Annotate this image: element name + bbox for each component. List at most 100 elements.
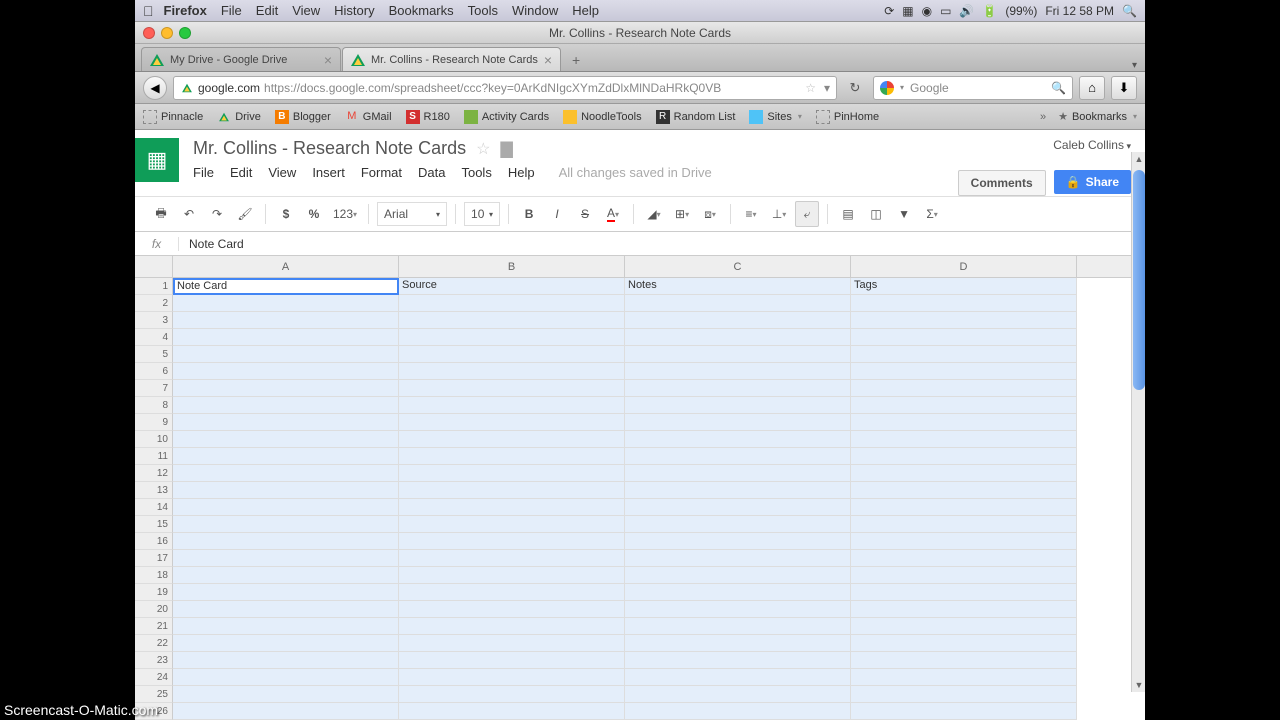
bookmark-item[interactable]: Activity Cards [464, 110, 549, 124]
cell[interactable] [173, 431, 399, 448]
cell[interactable] [625, 550, 851, 567]
cell[interactable] [625, 448, 851, 465]
row-header[interactable]: 9 [135, 414, 173, 431]
cell[interactable] [851, 550, 1077, 567]
row-header[interactable]: 20 [135, 601, 173, 618]
row-header[interactable]: 23 [135, 652, 173, 669]
star-document-icon[interactable]: ☆ [476, 139, 490, 159]
cell[interactable] [851, 686, 1077, 703]
cell[interactable] [173, 618, 399, 635]
cell[interactable] [173, 482, 399, 499]
cell[interactable] [173, 550, 399, 567]
row-header[interactable]: 4 [135, 329, 173, 346]
display-icon[interactable]: ▭ [940, 4, 951, 18]
cell[interactable] [173, 414, 399, 431]
cell[interactable] [851, 567, 1077, 584]
row-header[interactable]: 18 [135, 567, 173, 584]
cell[interactable] [399, 482, 625, 499]
italic-button[interactable]: I [545, 201, 569, 227]
cell[interactable] [173, 329, 399, 346]
cell[interactable] [173, 635, 399, 652]
menu-edit[interactable]: Edit [230, 165, 252, 180]
cell[interactable]: Tags [851, 278, 1077, 295]
cell[interactable] [851, 346, 1077, 363]
sheets-logo-icon[interactable]: ▦ [135, 138, 179, 182]
cell[interactable] [173, 295, 399, 312]
menu-help[interactable]: Help [508, 165, 535, 180]
cell[interactable] [173, 533, 399, 550]
row-header[interactable]: 14 [135, 499, 173, 516]
bookmark-item[interactable]: MGMail [345, 110, 392, 124]
scroll-up-icon[interactable]: ▲ [1132, 152, 1146, 166]
cell[interactable] [625, 516, 851, 533]
menubar-file[interactable]: File [221, 3, 242, 18]
cell[interactable] [625, 533, 851, 550]
vertical-scrollbar[interactable]: ▲ ▼ [1131, 152, 1145, 692]
menubar-clock[interactable]: Fri 12 58 PM [1045, 4, 1114, 18]
zoom-window-button[interactable] [179, 27, 191, 39]
row-header[interactable]: 19 [135, 584, 173, 601]
scroll-down-icon[interactable]: ▼ [1132, 678, 1146, 692]
scrollbar-thumb[interactable] [1133, 170, 1145, 390]
cell[interactable] [851, 499, 1077, 516]
cell[interactable] [399, 295, 625, 312]
menubar-help[interactable]: Help [572, 3, 599, 18]
fill-color-button[interactable]: ◢ [642, 201, 666, 227]
cell[interactable] [399, 312, 625, 329]
bookmark-item[interactable]: PinHome [816, 110, 879, 124]
cell[interactable] [625, 295, 851, 312]
cell[interactable] [173, 363, 399, 380]
close-tab-icon[interactable]: × [544, 52, 552, 68]
row-header[interactable]: 16 [135, 533, 173, 550]
cell[interactable] [173, 567, 399, 584]
cell[interactable] [625, 363, 851, 380]
cell[interactable] [399, 380, 625, 397]
text-wrap-button[interactable]: ⤶ [795, 201, 819, 227]
row-header[interactable]: 24 [135, 669, 173, 686]
search-input[interactable]: ▾ Google 🔍 [873, 76, 1073, 100]
row-header[interactable]: 3 [135, 312, 173, 329]
font-selector[interactable]: Arial▾ [377, 202, 447, 226]
select-all-corner[interactable] [135, 256, 173, 278]
cell[interactable] [625, 329, 851, 346]
cell[interactable] [399, 516, 625, 533]
cell[interactable] [173, 516, 399, 533]
cell[interactable] [399, 414, 625, 431]
row-header[interactable]: 21 [135, 618, 173, 635]
cell[interactable] [173, 601, 399, 618]
cell[interactable] [625, 397, 851, 414]
cell[interactable] [399, 346, 625, 363]
cell[interactable] [399, 635, 625, 652]
cell[interactable] [851, 329, 1077, 346]
browser-tab-active[interactable]: Mr. Collins - Research Note Cards × [342, 47, 561, 71]
horizontal-align-button[interactable]: ≡ [739, 201, 763, 227]
tabs-overflow-icon[interactable]: ▾ [1132, 60, 1137, 71]
font-size-selector[interactable]: 10▾ [464, 202, 500, 226]
menubar-bookmarks[interactable]: Bookmarks [389, 3, 454, 18]
bookmarks-menu[interactable]: ★Bookmarks▾ [1058, 110, 1137, 123]
share-button[interactable]: 🔒Share [1054, 170, 1131, 194]
merge-button[interactable]: ⧈ [698, 201, 722, 227]
currency-button[interactable]: $ [274, 201, 298, 227]
bookmark-star-icon[interactable]: ☆ [805, 81, 816, 95]
cell[interactable] [399, 652, 625, 669]
functions-button[interactable]: Σ [920, 201, 944, 227]
menubar-edit[interactable]: Edit [256, 3, 278, 18]
spotlight-icon[interactable]: 🔍 [1122, 4, 1137, 18]
cell[interactable] [399, 397, 625, 414]
column-header[interactable]: A [173, 256, 399, 277]
wifi-icon[interactable]: ◉ [922, 4, 932, 18]
paint-format-button[interactable]: 🖌 [233, 201, 257, 227]
menubar-app-name[interactable]: Firefox [164, 3, 207, 18]
cell[interactable] [625, 312, 851, 329]
row-header[interactable]: 22 [135, 635, 173, 652]
bookmark-item[interactable]: Drive [217, 111, 261, 123]
cell[interactable] [851, 482, 1077, 499]
menu-insert[interactable]: Insert [312, 165, 345, 180]
cell[interactable] [173, 380, 399, 397]
row-header[interactable]: 15 [135, 516, 173, 533]
menu-file[interactable]: File [193, 165, 214, 180]
row-header[interactable]: 5 [135, 346, 173, 363]
more-formats-button[interactable]: 123 [330, 201, 360, 227]
cell[interactable] [399, 686, 625, 703]
